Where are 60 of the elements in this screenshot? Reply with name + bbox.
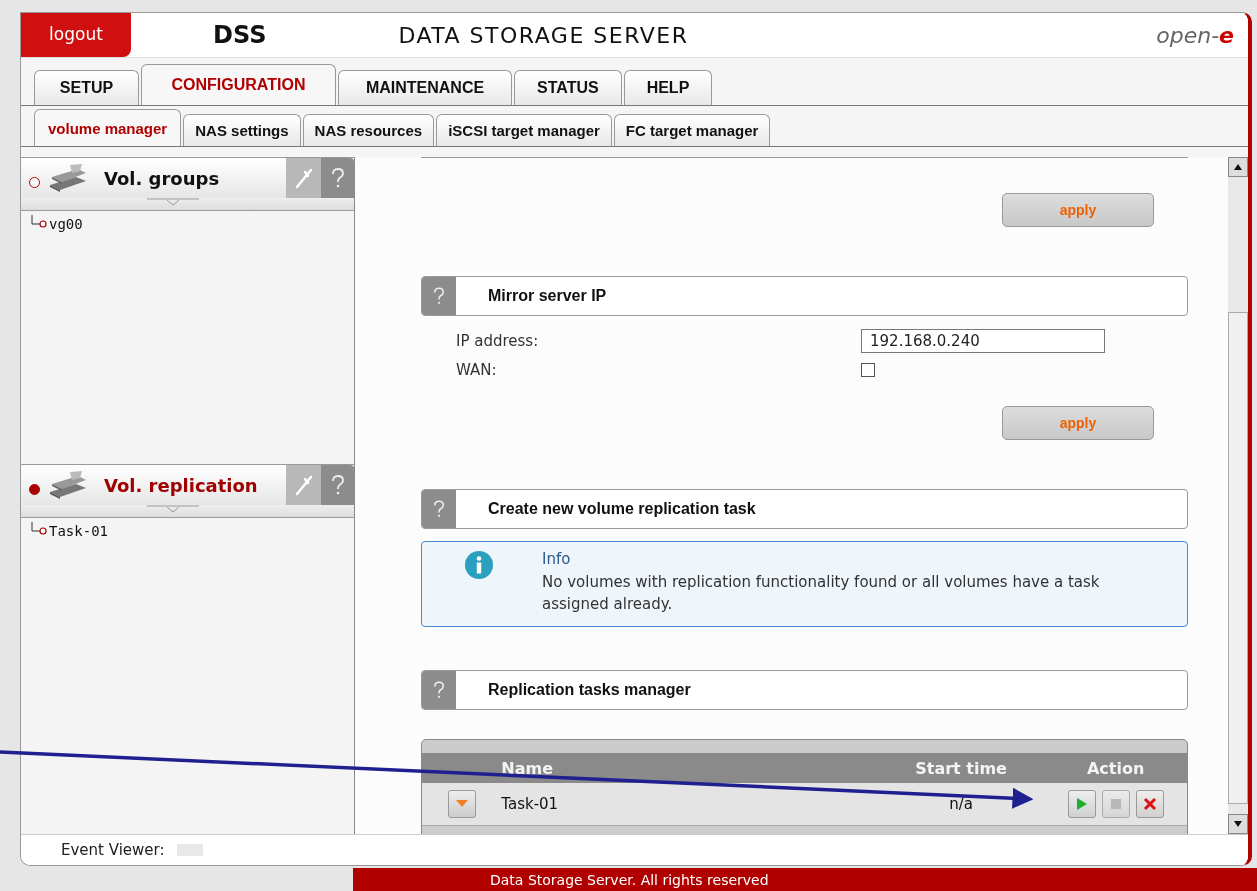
stop-icon — [1110, 799, 1121, 809]
table-cell-text: Task-01 — [501, 795, 560, 813]
sub-tab[interactable]: NAS resources — [302, 114, 435, 146]
scroll-down-icon[interactable] — [1234, 821, 1242, 827]
tree-label: vg00 — [49, 216, 83, 232]
section-title: Mirror server IP — [488, 287, 607, 305]
section-title: Create new volume replication task — [488, 500, 756, 518]
help-icon[interactable] — [422, 490, 456, 528]
column-header: Start time — [914, 758, 1008, 778]
app-title: DATA STORAGE SERVER — [398, 22, 689, 48]
column-header: Action — [1085, 758, 1146, 778]
info-title: Info — [542, 550, 572, 568]
help-icon[interactable] — [422, 671, 456, 709]
section-title: Replication tasks manager — [488, 681, 691, 699]
panel-header[interactable]: Vol. replication — [21, 465, 286, 505]
panel-title: Vol. groups — [104, 167, 220, 189]
field-label: WAN: — [456, 361, 498, 379]
help-icon[interactable] — [422, 277, 456, 315]
tree-label: Task-01 — [49, 523, 108, 539]
collapse-handle-icon[interactable] — [146, 505, 199, 514]
info-icon — [464, 550, 494, 580]
nav-tab[interactable]: STATUS — [514, 70, 622, 105]
delete-button[interactable] — [1135, 790, 1164, 818]
event-viewer-label: Event Viewer: — [61, 841, 165, 859]
expand-button[interactable] — [447, 790, 476, 818]
sub-tab[interactable]: FC target manager — [613, 114, 771, 146]
brand-logo: open-e — [1156, 22, 1234, 48]
tree-item[interactable]: Task-01 — [31, 522, 344, 540]
table-cell-text: n/a — [948, 795, 974, 813]
footer-text: Data Storage Server. All rights reserved — [490, 872, 769, 888]
info-message: No volumes with replication functionality found or all volumes have a task assigned already. — [542, 572, 1101, 615]
product-name: DSS — [213, 21, 267, 49]
panel-header[interactable]: Vol. groups — [21, 158, 286, 198]
panel-title: Vol. replication — [104, 474, 258, 496]
logout-button[interactable]: logout — [21, 13, 131, 57]
nav-tab[interactable]: HELP — [623, 70, 713, 105]
nav-tab[interactable]: MAINTENANCE — [338, 70, 512, 105]
nav-tab[interactable]: CONFIGURATION — [141, 64, 336, 105]
wrench-icon[interactable] — [286, 465, 321, 505]
sub-tab[interactable]: NAS settings — [183, 114, 301, 146]
play-icon — [1076, 798, 1087, 810]
play-button[interactable] — [1067, 790, 1096, 818]
collapse-strip[interactable] — [21, 505, 354, 518]
wan-checkbox[interactable] — [861, 363, 875, 377]
wrench-icon[interactable] — [286, 158, 321, 198]
scroll-up-icon[interactable] — [1234, 164, 1242, 170]
field-label: IP address: — [456, 332, 540, 350]
caret-down-icon — [455, 800, 468, 808]
close-icon — [1142, 797, 1157, 811]
collapse-handle-icon[interactable] — [146, 198, 199, 207]
scrollbar[interactable] — [1228, 157, 1248, 834]
sub-tab[interactable]: iSCSI target manager — [436, 114, 612, 146]
column-header: Name — [501, 758, 554, 778]
tree-item[interactable]: vg00 — [31, 215, 344, 233]
nav-tab[interactable]: SETUP — [34, 70, 139, 105]
collapse-strip[interactable] — [21, 198, 354, 211]
help-icon[interactable] — [321, 158, 354, 198]
help-icon[interactable] — [321, 465, 354, 505]
sub-tab[interactable]: volume manager — [34, 109, 182, 146]
ip-address-field[interactable]: 192.168.0.240 — [861, 329, 1105, 353]
